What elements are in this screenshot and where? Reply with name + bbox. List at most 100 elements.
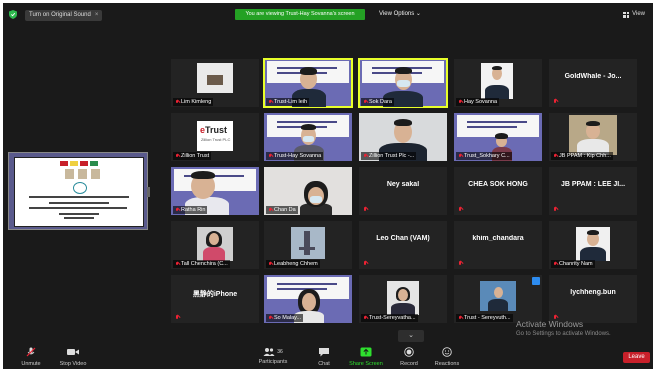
participant-name: Trust-Sereyvatha... — [361, 314, 418, 322]
logo-icon — [73, 182, 87, 194]
mic-muted-icon — [458, 261, 462, 266]
participant-tile[interactable]: Trust-Hay Sovanna — [264, 113, 352, 161]
participant-name: Trust-Lim leih — [266, 98, 310, 106]
participant-tile[interactable]: Ratha Rin — [171, 167, 259, 215]
participant-name: Zillion Trust Plc -... — [361, 152, 417, 160]
participants-count: 36 — [277, 349, 283, 355]
participant-tile[interactable]: Chan Da — [264, 167, 352, 215]
participant-tile[interactable]: JB PPAM : Kip Chh... — [549, 113, 637, 161]
participant-name: So Malay... — [266, 314, 304, 322]
viewing-screen-banner: You are viewing Trust-Hay Sovanna's scre… — [235, 9, 365, 20]
shield-icon[interactable] — [9, 10, 17, 19]
chevron-down-icon: ⌄ — [415, 11, 421, 17]
mic-muted-icon — [458, 207, 462, 212]
participant-tile[interactable]: Trust_Sokhary C... — [454, 113, 542, 161]
participant-name: JB PPAM : Kip Chh... — [551, 152, 613, 160]
participant-tile[interactable]: Leo Chan (VAM) — [359, 221, 447, 269]
activate-windows-title: Activate Windows — [516, 319, 584, 329]
chat-button[interactable]: Chat — [304, 347, 344, 367]
participant-tile[interactable]: Zillion Trust Plc -... — [359, 113, 447, 161]
bottom-toolbar: Unmute Stop Video 36 Participants Chat S… — [3, 345, 653, 369]
unmute-button[interactable]: Unmute — [11, 347, 51, 367]
reactions-label: Reactions — [434, 361, 460, 367]
participant-tile[interactable]: Ney sakal — [359, 167, 447, 215]
mic-muted-icon — [175, 315, 179, 320]
resize-handle[interactable] — [147, 187, 150, 197]
stop-video-label: Stop Video — [59, 361, 87, 367]
grid-icon — [623, 11, 630, 18]
mic-muted-icon — [268, 261, 272, 267]
mic-muted-icon — [175, 207, 179, 213]
stop-video-button[interactable]: Stop Video — [53, 347, 93, 367]
participant-tile[interactable]: lychheng.bun — [549, 275, 637, 323]
participant-tile[interactable]: Lim Kimleng — [171, 59, 259, 107]
participants-button[interactable]: 36 Participants — [253, 347, 293, 365]
share-screen-button[interactable]: Share Screen — [346, 347, 386, 367]
trust-logo: eTrust — [200, 125, 228, 135]
activate-windows-subtitle: Go to Settings to activate Windows. — [516, 331, 611, 337]
top-bar: Turn on Original Sound × You are viewing… — [3, 3, 653, 25]
participant-tile[interactable]: CHEA SOK HONG — [454, 167, 542, 215]
participant-tile[interactable]: JB PPAM : LEE JI... — [549, 167, 637, 215]
mic-muted-icon — [458, 315, 462, 321]
participants-icon — [263, 348, 275, 356]
participant-tile[interactable]: eTrust Zillion Trust PLC Zillion Trust — [171, 113, 259, 161]
flag-icons — [60, 161, 98, 166]
zoom-meeting-window: Turn on Original Sound × You are viewing… — [3, 3, 653, 369]
record-label: Record — [400, 361, 418, 367]
participant-name: Ratha Rin — [173, 206, 208, 214]
participant-name-large: Ney sakal — [386, 181, 420, 188]
record-icon — [404, 347, 414, 357]
participant-tile[interactable]: Leabheng Chhem — [264, 221, 352, 269]
participant-tile[interactable]: Trust-Sereyvatha... — [359, 275, 447, 323]
participant-name: Trust - Sereyvuth... — [456, 314, 513, 322]
mic-muted-icon — [363, 99, 367, 105]
mic-muted-icon — [268, 99, 272, 105]
mic-muted-icon — [363, 207, 367, 212]
participant-tile[interactable]: Chanrity Nam — [549, 221, 637, 269]
view-options-button[interactable]: View Options ⌄ — [379, 9, 421, 20]
participant-tile[interactable]: So Malay... — [264, 275, 352, 323]
unmute-label: Unmute — [21, 361, 41, 367]
chevron-down-icon[interactable]: ⌄ — [398, 330, 424, 342]
participant-tile[interactable]: Trust - Sereyvuth... — [454, 275, 542, 323]
original-sound-button[interactable]: Turn on Original Sound × — [25, 10, 103, 21]
participant-name: Trust-Hay Sovanna — [266, 152, 324, 160]
reactions-button[interactable]: Reactions — [427, 347, 467, 367]
participant-tile[interactable]: Sok Dara — [358, 58, 448, 108]
participant-name-large: GoldWhale - Jo... — [564, 73, 622, 80]
mic-muted-icon — [553, 261, 557, 267]
mic-muted-icon — [363, 153, 367, 159]
participant-tile[interactable]: 黑静的iPhone — [171, 275, 259, 323]
mic-muted-icon — [175, 99, 179, 105]
leave-button[interactable]: Leave — [623, 352, 650, 363]
mic-muted-icon — [268, 207, 272, 213]
participant-tile[interactable]: Trust-Lim leih — [263, 58, 353, 108]
participant-name-large: 黑静的iPhone — [192, 291, 238, 298]
share-screen-label: Share Screen — [349, 361, 383, 367]
share-screen-icon — [360, 347, 372, 357]
close-icon[interactable]: × — [95, 10, 99, 21]
shared-slide — [14, 157, 144, 227]
view-label: View — [632, 11, 645, 17]
video-camera-icon — [67, 349, 79, 355]
view-button[interactable]: View — [623, 9, 645, 20]
share-indicator-icon — [532, 277, 540, 285]
participant-name-large: CHEA SOK HONG — [468, 181, 528, 188]
participant-name: Lim Kimleng — [173, 98, 214, 106]
mic-muted-icon — [26, 347, 36, 357]
participant-tile[interactable]: GoldWhale - Jo... — [549, 59, 637, 107]
mic-muted-icon — [363, 261, 367, 266]
mic-muted-icon — [175, 153, 179, 159]
mic-muted-icon — [458, 153, 462, 159]
participant-tile[interactable]: Hay Sovanna — [454, 59, 542, 107]
participant-name-large: Leo Chan (VAM) — [376, 235, 430, 242]
shared-screen[interactable] — [8, 152, 148, 230]
participant-tile[interactable]: khim_chandara — [454, 221, 542, 269]
participant-name: Zillion Trust — [173, 152, 212, 160]
participant-name: Tall Chenchira (C... — [173, 260, 230, 268]
record-button[interactable]: Record — [389, 347, 429, 367]
participants-label: Participants — [258, 359, 288, 365]
participant-tile[interactable]: Tall Chenchira (C... — [171, 221, 259, 269]
view-options-label: View Options — [379, 11, 415, 17]
